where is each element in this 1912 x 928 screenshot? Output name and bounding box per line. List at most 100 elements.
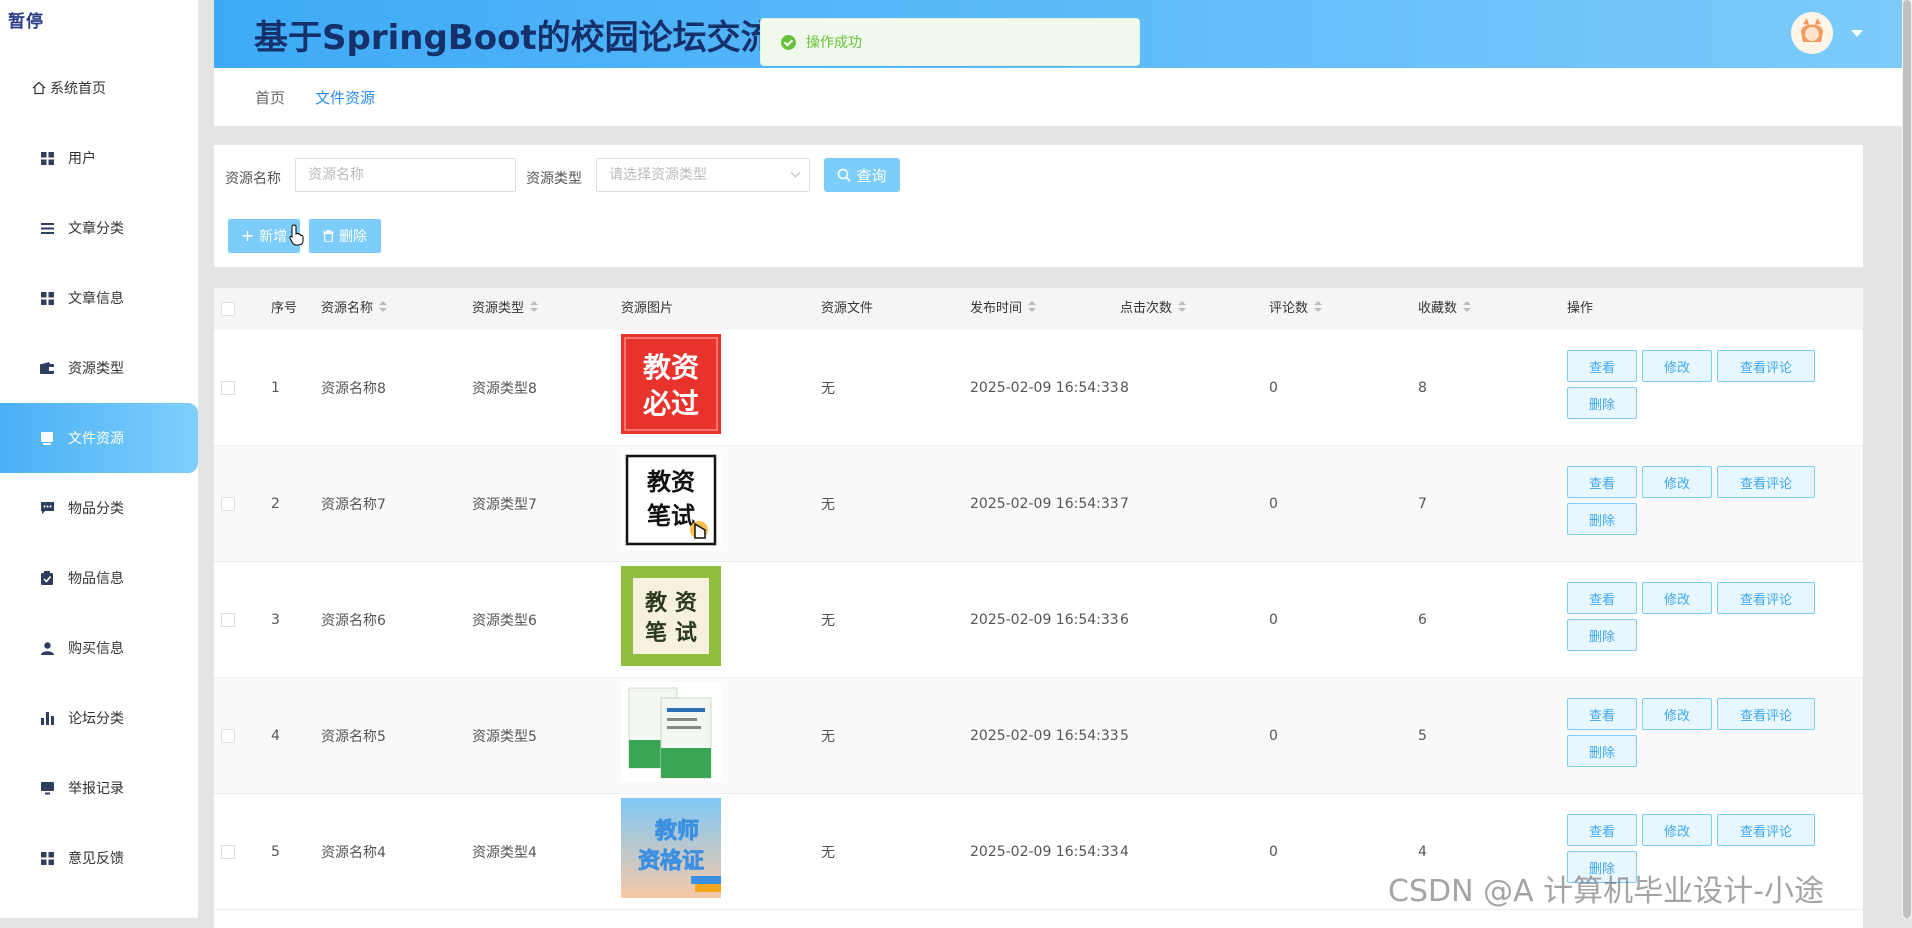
- column-header-clicks[interactable]: 点击次数: [1120, 288, 1187, 330]
- view-button[interactable]: 查看: [1567, 582, 1637, 614]
- column-header-favorites[interactable]: 收藏数: [1418, 288, 1472, 330]
- sidebar-item-article-info[interactable]: 文章信息: [0, 263, 198, 333]
- edit-button[interactable]: 修改: [1642, 698, 1712, 730]
- row-checkbox[interactable]: [221, 729, 235, 743]
- page-scrollbar[interactable]: [1902, 0, 1912, 918]
- scrollbar-thumb[interactable]: [1903, 0, 1911, 918]
- sidebar-item-users[interactable]: 用户: [0, 123, 198, 193]
- view-button[interactable]: 查看: [1567, 466, 1637, 498]
- select-all-checkbox[interactable]: [221, 302, 235, 316]
- image-text-line2: 笔试: [647, 502, 695, 530]
- resource-type-placeholder: 请选择资源类型: [609, 167, 707, 183]
- view-button[interactable]: 查看: [1567, 350, 1637, 382]
- breadcrumb-home[interactable]: 首页: [255, 87, 285, 108]
- sidebar-item-file-resource[interactable]: 文件资源: [0, 403, 198, 473]
- sort-icon[interactable]: [1314, 301, 1323, 313]
- sort-icon[interactable]: [1178, 301, 1187, 313]
- view-comments-button[interactable]: 查看评论: [1717, 814, 1815, 846]
- monitor-icon: [40, 781, 54, 795]
- sidebar-item-resource-type[interactable]: 资源类型: [0, 333, 198, 403]
- cell-name: 资源名称5: [321, 729, 386, 745]
- plus-icon: +: [240, 226, 255, 245]
- row-checkbox[interactable]: [221, 845, 235, 859]
- resource-image[interactable]: 教师 资格证: [621, 798, 721, 898]
- sort-icon[interactable]: [1463, 301, 1472, 313]
- chevron-down-icon: [790, 167, 801, 178]
- resource-type-select[interactable]: 请选择资源类型: [596, 158, 810, 192]
- trash-icon: [323, 230, 334, 242]
- sidebar-item-label: 论坛分类: [68, 711, 124, 727]
- row-checkbox[interactable]: [221, 381, 235, 395]
- row-delete-button[interactable]: 删除: [1567, 735, 1637, 767]
- sidebar-item-item-info[interactable]: 物品信息: [0, 543, 198, 613]
- view-comments-button[interactable]: 查看评论: [1717, 350, 1815, 382]
- image-text-line1: 教师: [655, 818, 699, 844]
- column-header-name[interactable]: 资源名称: [321, 288, 388, 330]
- column-header-image: 资源图片: [621, 301, 674, 316]
- sidebar-item-article-category[interactable]: 文章分类: [0, 193, 198, 263]
- view-button[interactable]: 查看: [1567, 698, 1637, 730]
- sidebar-item-purchase-info[interactable]: 购买信息: [0, 613, 198, 683]
- view-comments-button[interactable]: 查看评论: [1717, 466, 1815, 498]
- resource-image[interactable]: 教资 必过: [621, 334, 721, 434]
- sort-icon[interactable]: [379, 301, 388, 313]
- sidebar-item-label: 文件资源: [68, 431, 124, 447]
- sidebar-item-feedback[interactable]: 意见反馈: [0, 823, 198, 893]
- clipboard-icon: [40, 571, 54, 585]
- resource-image[interactable]: 教 资笔 试: [621, 566, 721, 666]
- edit-button[interactable]: 修改: [1642, 350, 1712, 382]
- grid-icon: [40, 291, 54, 305]
- row-checkbox[interactable]: [221, 497, 235, 511]
- column-header-type[interactable]: 资源类型: [472, 288, 539, 330]
- resource-image[interactable]: [621, 682, 721, 782]
- cell-name: 资源名称8: [321, 381, 386, 397]
- cell-clicks: 7: [1120, 496, 1129, 512]
- view-comments-button[interactable]: 查看评论: [1717, 698, 1815, 730]
- sidebar-item-item-category[interactable]: 物品分类: [0, 473, 198, 543]
- resource-name-input[interactable]: 资源名称: [295, 158, 516, 192]
- column-header-file: 资源文件: [821, 301, 874, 316]
- sort-icon[interactable]: [530, 301, 539, 313]
- table-row: 3 资源名称6 资源类型6 教 资笔 试 无 2025-02-09 16:54:…: [214, 562, 1863, 678]
- row-checkbox[interactable]: [221, 613, 235, 627]
- cell-time: 2025-02-09 16:54:33: [970, 612, 1119, 628]
- sidebar-item-label: 资源类型: [68, 361, 124, 377]
- cell-name: 资源名称4: [321, 845, 386, 861]
- cell-name: 资源名称6: [321, 613, 386, 629]
- sidebar-item-label: 文章分类: [68, 221, 124, 237]
- cell-comments: 0: [1269, 728, 1278, 744]
- cell-clicks: 5: [1120, 728, 1129, 744]
- edit-button[interactable]: 修改: [1642, 814, 1712, 846]
- sidebar-item-report-records[interactable]: 举报记录: [0, 753, 198, 823]
- image-text-line1: 教资: [647, 468, 695, 496]
- view-comments-button[interactable]: 查看评论: [1717, 582, 1815, 614]
- avatar[interactable]: [1791, 12, 1833, 54]
- home-icon: [32, 81, 46, 95]
- cell-time: 2025-02-09 16:54:33: [970, 496, 1119, 512]
- column-header-comments[interactable]: 评论数: [1269, 288, 1323, 330]
- hand-pointer-icon: [289, 224, 307, 246]
- column-header-type-label: 资源类型: [472, 301, 525, 316]
- table-row: 4 资源名称5 资源类型5 无 2025-02-09 16:54:33 5 0 …: [214, 678, 1863, 794]
- row-delete-button[interactable]: 删除: [1567, 503, 1637, 535]
- query-button[interactable]: 查询: [824, 158, 900, 192]
- view-button[interactable]: 查看: [1567, 814, 1637, 846]
- edit-button[interactable]: 修改: [1642, 466, 1712, 498]
- sort-icon[interactable]: [1028, 301, 1037, 313]
- cell-index: 2: [271, 496, 280, 512]
- sidebar-item-forum-category[interactable]: 论坛分类: [0, 683, 198, 753]
- image-text-line2: 必过: [643, 387, 699, 420]
- row-delete-button[interactable]: 删除: [1567, 619, 1637, 651]
- cell-type: 资源类型6: [472, 613, 537, 629]
- image-text-line1: 教资: [643, 351, 699, 384]
- table-row: 2 资源名称7 资源类型7 教资 笔试 无 2025-02-09 16:54:33…: [214, 446, 1863, 562]
- delete-button[interactable]: 删除: [309, 219, 381, 253]
- sidebar-item-home[interactable]: 系统首页: [0, 53, 198, 123]
- edit-button[interactable]: 修改: [1642, 582, 1712, 614]
- chevron-down-icon[interactable]: [1851, 30, 1863, 37]
- column-header-time[interactable]: 发布时间: [970, 288, 1037, 330]
- grid-icon: [40, 851, 54, 865]
- resource-image[interactable]: 教资 笔试: [621, 450, 721, 550]
- column-header-comments-label: 评论数: [1269, 301, 1309, 316]
- row-delete-button[interactable]: 删除: [1567, 387, 1637, 419]
